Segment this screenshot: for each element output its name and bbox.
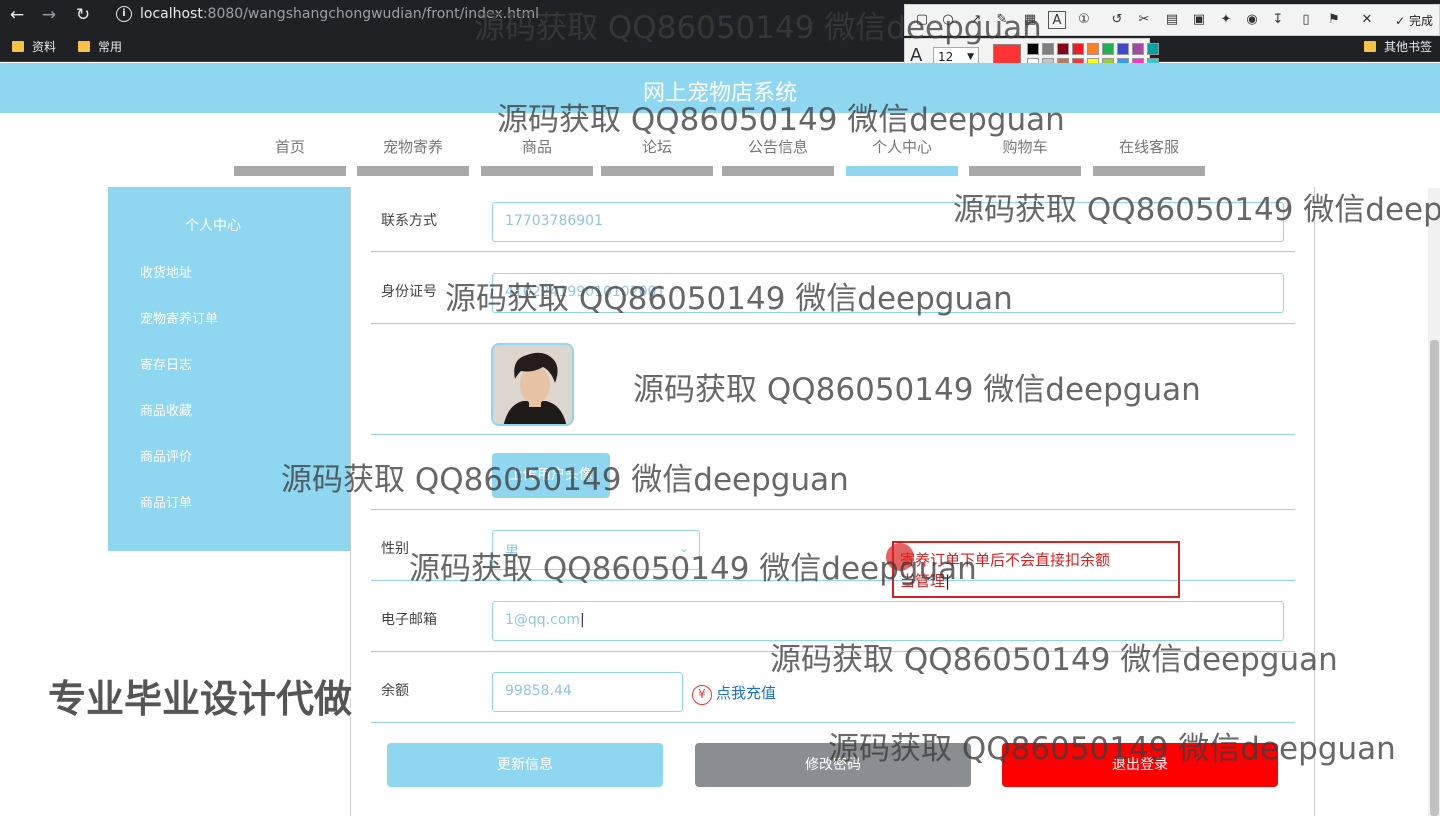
watermark: 源码获取 QQ86050149 微信deepguan [445,281,1013,317]
check-icon: ✓ [1395,14,1406,28]
sidebar-item-storage-log[interactable]: 寄存日志 [140,354,192,373]
nav-item-foster[interactable]: 宠物寄养 [357,130,469,177]
watermark: 源码获取 QQ86050149 微信deepguan [474,10,1042,46]
sidebar-item-favorites[interactable]: 商品收藏 [140,400,192,419]
divider [371,509,1295,510]
scrollbar-thumb[interactable] [1430,340,1439,816]
undo-icon[interactable]: ↺ [1108,11,1126,29]
back-icon[interactable]: ← [6,4,28,26]
avatar [491,343,574,426]
watermark: 源码获取 QQ86050149 微信deepguan [770,642,1338,678]
site-info-icon[interactable]: i [116,6,132,22]
email-label: 电子邮箱 [381,612,437,628]
watermark: 源码获取 QQ86050149 微信deepguan [281,462,849,498]
color-swatch[interactable] [1042,43,1054,55]
contact-label: 联系方式 [381,213,437,229]
done-button[interactable]: ✓ 完成 [1395,12,1433,29]
balance-input[interactable]: 99858.44 [492,672,683,712]
watermark: 源码获取 QQ86050149 微信deepguan [633,372,1201,408]
yen-icon: ¥ [692,685,712,705]
color-swatch[interactable] [1072,43,1084,55]
forward-icon[interactable]: → [38,4,60,26]
expand-icon[interactable]: ▣ [1190,11,1208,29]
recharge-link[interactable]: ¥ 点我充值 [692,682,776,705]
bookmark-folder-ziliao[interactable]: 资料 [12,38,56,55]
sidebar-item-reviews[interactable]: 商品评价 [140,446,192,465]
gender-label: 性别 [381,541,409,557]
folder-icon [12,41,24,52]
nav-item-home[interactable]: 首页 [234,130,346,177]
color-swatch[interactable] [1057,43,1069,55]
idcard-label: 身份证号 [381,284,437,300]
text-tool-icon[interactable]: A [1048,11,1066,29]
divider [371,434,1295,435]
watermark: 源码获取 QQ86050149 微信deepguan [497,102,1065,138]
watermark: 源码获取 QQ86050149 微信deepguan [409,551,977,587]
watermark: 源码获取 QQ86050149 微信deepguan [953,192,1440,228]
balance-label: 余额 [381,683,409,699]
reload-icon[interactable]: ↻ [72,4,94,26]
update-info-button[interactable]: 更新信息 [387,743,663,787]
nav-item-support[interactable]: 在线客服 [1093,130,1205,177]
close-icon[interactable]: ✕ [1358,11,1376,29]
translate-icon[interactable]: ▤ [1163,11,1181,29]
color-swatch[interactable] [1102,43,1114,55]
pin-icon[interactable]: ✦ [1217,11,1235,29]
bookmark-folder-other[interactable]: 其他书签 [1364,38,1432,55]
download-icon[interactable]: ↧ [1269,11,1287,29]
color-swatch[interactable] [1087,43,1099,55]
folder-icon [1364,41,1376,52]
number-tool-icon[interactable]: ① [1075,11,1093,29]
record-icon[interactable]: ◉ [1243,11,1261,29]
sidebar-item-address[interactable]: 收货地址 [140,262,192,281]
folder-icon [78,41,90,52]
color-swatch[interactable] [1147,43,1159,55]
divider [371,251,1295,252]
sidebar-item-orders[interactable]: 商品订单 [140,492,192,511]
promo-watermark: 专业毕业设计代做 [48,677,353,721]
color-swatch[interactable] [1117,43,1129,55]
color-swatch[interactable] [1132,43,1144,55]
long-screenshot-icon[interactable]: ▯ [1297,11,1315,29]
bookmark-icon[interactable]: ⚑ [1325,11,1343,29]
bookmark-folder-changyong[interactable]: 常用 [78,38,122,55]
cut-icon[interactable]: ✂ [1135,11,1153,29]
divider [371,323,1295,324]
sidebar-title: 个人中心 [185,218,241,234]
watermark: 源码获取 QQ86050149 微信deepguan [828,731,1396,767]
sidebar-item-foster-orders[interactable]: 宠物寄养订单 [140,308,218,327]
